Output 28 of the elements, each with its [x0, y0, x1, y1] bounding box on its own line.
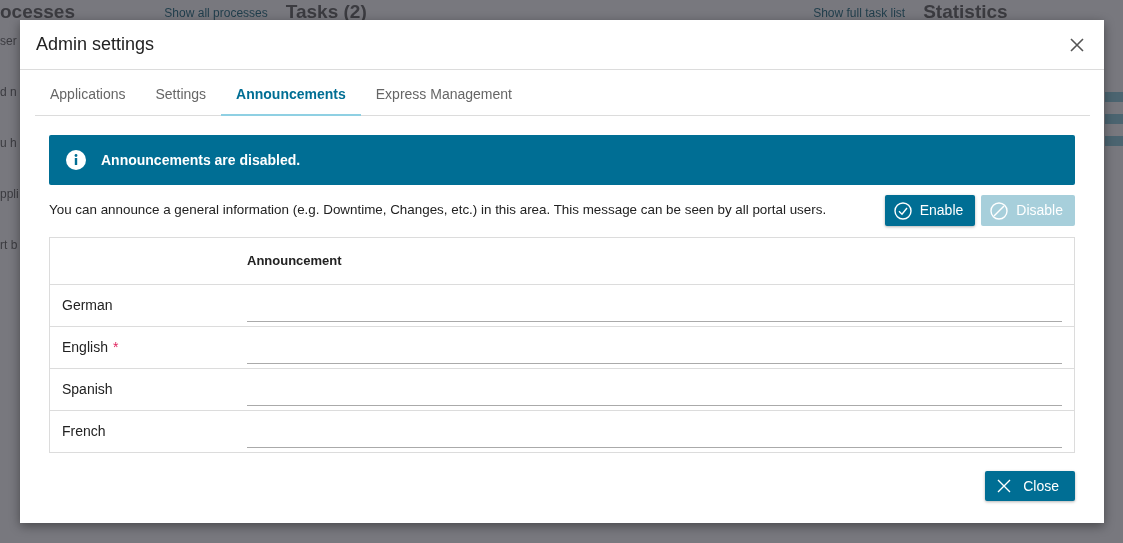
- tab[interactable]: Announcements: [221, 75, 361, 116]
- tab[interactable]: Express Management: [360, 75, 527, 116]
- info-icon: [66, 150, 86, 170]
- tab[interactable]: Applications: [35, 75, 141, 116]
- background-text: ser: [0, 34, 17, 48]
- background-text: d n: [0, 85, 17, 99]
- background-text: rt b: [0, 238, 18, 252]
- required-marker: *: [112, 339, 119, 355]
- language-label: English: [62, 339, 108, 355]
- section-heading: Statistics: [923, 0, 1008, 20]
- dialog-title: Admin settings: [36, 33, 155, 56]
- prohibited-icon: [990, 201, 1009, 220]
- background-text: u h: [0, 136, 17, 150]
- banner-text: Announcements are disabled.: [101, 150, 301, 170]
- section-heading: ocesses: [0, 0, 75, 20]
- close-button[interactable]: Close: [985, 471, 1075, 501]
- description-text: You can announce a general information (e.g. Downtime, Changes, etc.) in this area. This message can be seen by all portal users.: [49, 201, 827, 220]
- tab[interactable]: Settings: [140, 75, 222, 116]
- column-header: Announcement: [247, 252, 343, 271]
- check-circle-icon: [893, 201, 912, 220]
- background-text: ppli: [0, 187, 19, 201]
- language-label: Spanish: [62, 381, 113, 397]
- close-icon[interactable]: [1068, 35, 1086, 54]
- language-label: French: [62, 423, 106, 439]
- language-label: German: [62, 297, 113, 313]
- enable-button[interactable]: Enable: [884, 195, 976, 226]
- close-icon: [997, 479, 1012, 493]
- bar-drawing: [1105, 92, 1123, 146]
